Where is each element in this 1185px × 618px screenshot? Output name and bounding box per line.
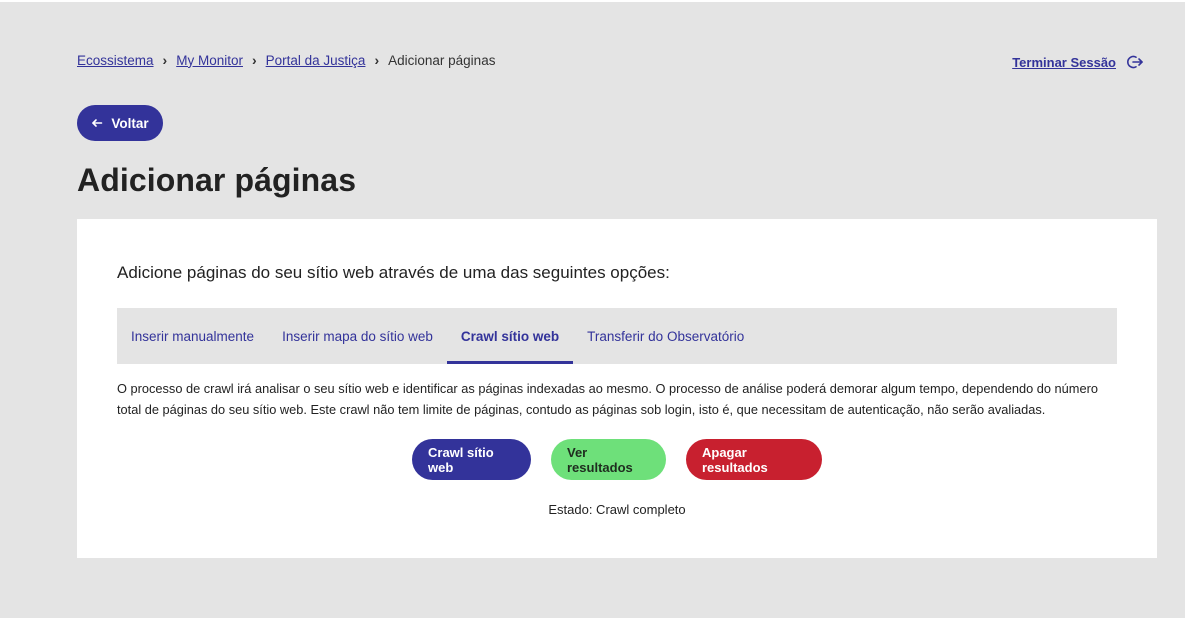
breadcrumb-separator-icon: › bbox=[251, 52, 257, 68]
page-title: Adicionar páginas bbox=[77, 162, 357, 198]
view-results-button[interactable]: Ver resultados bbox=[551, 439, 666, 480]
arrow-left-icon bbox=[91, 117, 103, 129]
breadcrumb: Ecossistema › My Monitor › Portal da Jus… bbox=[77, 52, 495, 68]
delete-results-button[interactable]: Apagar resultados bbox=[686, 439, 822, 480]
crawl-status: Estado: Crawl completo bbox=[548, 502, 686, 517]
crawl-actions: Crawl sítio web Ver resultados Apagar re… bbox=[77, 439, 1157, 480]
logout-link[interactable]: Terminar Sessão bbox=[1012, 55, 1116, 70]
crawl-description: O processo de crawl irá analisar o seu s… bbox=[117, 381, 1098, 417]
card-intro: Adicione páginas do seu sítio web atravé… bbox=[117, 263, 670, 282]
add-pages-card: Adicione páginas do seu sítio web atravé… bbox=[77, 219, 1157, 558]
breadcrumb-link-my-monitor[interactable]: My Monitor bbox=[176, 53, 243, 68]
tab-insert-sitemap[interactable]: Inserir mapa do sítio web bbox=[268, 308, 447, 364]
tab-crawl-website[interactable]: Crawl sítio web bbox=[446, 308, 574, 364]
breadcrumb-link-portal-da-justica[interactable]: Portal da Justiça bbox=[266, 53, 366, 68]
crawl-website-button[interactable]: Crawl sítio web bbox=[412, 439, 531, 480]
breadcrumb-separator-icon: › bbox=[374, 52, 380, 68]
tab-bar: Inserir manualmente Inserir mapa do síti… bbox=[117, 308, 1117, 364]
page: Ecossistema › My Monitor › Portal da Jus… bbox=[0, 0, 1185, 618]
breadcrumb-separator-icon: › bbox=[162, 52, 168, 68]
tab-insert-manually[interactable]: Inserir manualmente bbox=[117, 308, 268, 364]
breadcrumb-current: Adicionar páginas bbox=[388, 52, 496, 68]
logout-icon[interactable] bbox=[1126, 53, 1144, 71]
tab-transfer-observatory[interactable]: Transferir do Observatório bbox=[573, 308, 758, 364]
breadcrumb-link-ecossistema[interactable]: Ecossistema bbox=[77, 53, 154, 68]
logout-area: Terminar Sessão bbox=[1012, 53, 1144, 71]
back-button[interactable]: Voltar bbox=[77, 105, 163, 141]
back-button-label: Voltar bbox=[111, 115, 149, 131]
